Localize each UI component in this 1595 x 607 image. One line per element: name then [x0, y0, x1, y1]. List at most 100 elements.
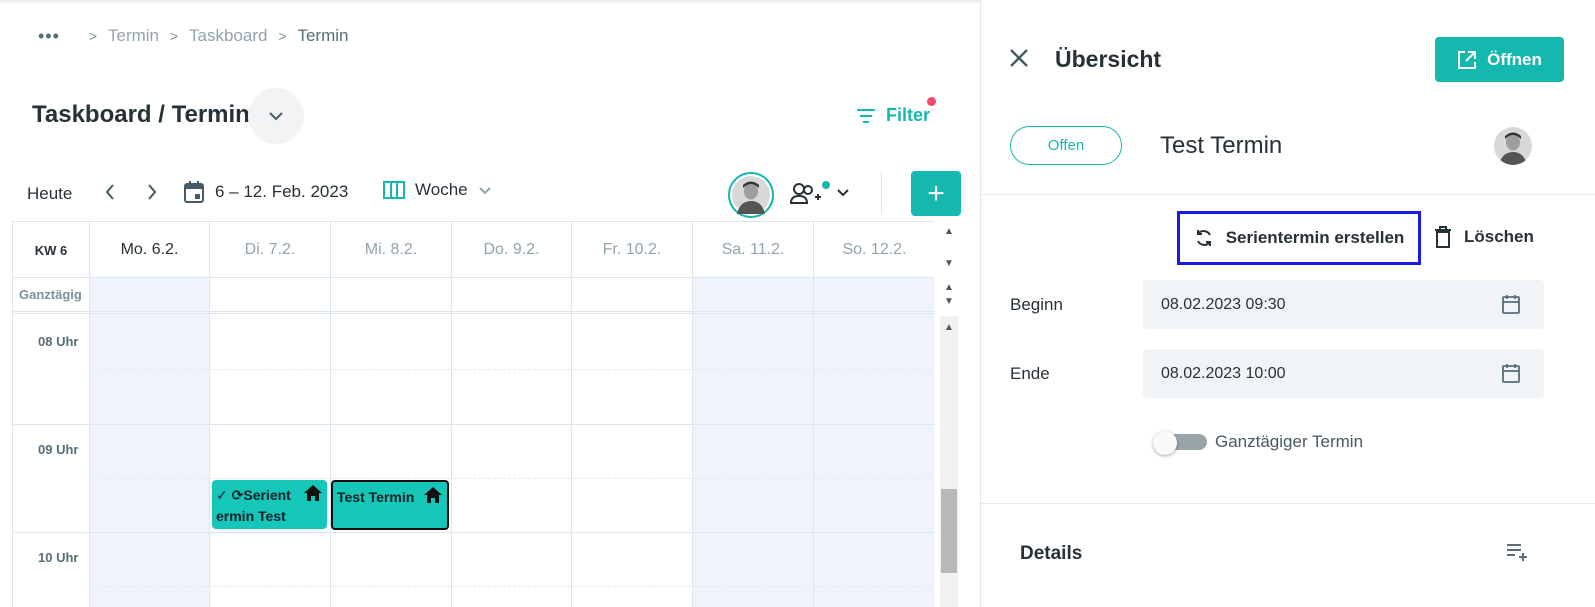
- prev-week-button[interactable]: [104, 183, 116, 207]
- week-view-icon: [383, 181, 405, 199]
- create-series-label: Serientermin erstellen: [1225, 228, 1405, 247]
- owner-avatar[interactable]: [1494, 127, 1532, 165]
- filter-active-dot: [927, 97, 936, 106]
- begin-label: Beginn: [1010, 295, 1063, 314]
- toolbar-divider: [881, 172, 882, 214]
- grid-line: [692, 278, 693, 607]
- chevron-left-icon: [105, 184, 114, 200]
- header-scroll-down-button[interactable]: ▼: [940, 258, 958, 269]
- filter-button[interactable]: Filter: [856, 105, 930, 126]
- shade-monday: [89, 278, 209, 607]
- divider: [981, 194, 1595, 195]
- status-badge[interactable]: Offen: [1010, 126, 1122, 165]
- allday-scroll-down-button[interactable]: ▼: [940, 296, 958, 307]
- date-range-picker[interactable]: 6 – 12. Feb. 2023: [183, 180, 348, 204]
- grid-line: [209, 278, 210, 607]
- day-header[interactable]: Do. 9.2.: [451, 222, 571, 278]
- calendar-event-test-termin[interactable]: Test Termin: [331, 480, 449, 530]
- end-value: 08.02.2023 10:00: [1161, 364, 1286, 382]
- panel-title: Übersicht: [1055, 46, 1162, 72]
- chevron-down-icon: [269, 112, 283, 121]
- add-event-button[interactable]: +: [911, 171, 961, 216]
- filter-label: Filter: [886, 105, 931, 125]
- today-button[interactable]: Heute: [27, 184, 72, 204]
- title-dropdown-button[interactable]: [248, 88, 304, 144]
- create-series-button[interactable]: Serientermin erstellen: [1177, 211, 1421, 265]
- day-header[interactable]: Mi. 8.2.: [330, 222, 451, 278]
- open-label: Öffnen: [1487, 49, 1542, 69]
- sync-icon: [1196, 230, 1211, 246]
- view-label: Woche: [415, 180, 468, 199]
- allday-scroll-up-button[interactable]: ▲: [940, 282, 958, 293]
- divider: [981, 503, 1595, 504]
- delete-button[interactable]: Löschen: [1434, 226, 1534, 248]
- begin-value: 08.02.2023 09:30: [1161, 295, 1286, 313]
- owner-photo: [1494, 127, 1532, 165]
- next-week-button[interactable]: [146, 183, 158, 207]
- allday-label: Ganztägig: [19, 287, 82, 302]
- half-hour-line: [89, 586, 934, 587]
- close-panel-button[interactable]: [1008, 47, 1030, 73]
- event-name: Test Termin: [1160, 132, 1283, 159]
- calendar-icon: [184, 181, 204, 203]
- calendar-event-serientermin[interactable]: ✓ ⟳Serient ermin Test: [212, 480, 327, 529]
- week-number: KW 6: [34, 242, 68, 258]
- plus-icon: +: [927, 176, 945, 210]
- day-header[interactable]: Sa. 11.2.: [692, 222, 813, 278]
- add-details-button[interactable]: [1506, 542, 1528, 567]
- hour-label: 09 Uhr: [38, 442, 79, 457]
- grid-line: [330, 278, 331, 607]
- calendar-grid: KW 6 Mo. 6.2. Di. 7.2. Mi. 8.2. Do. 9.2.…: [12, 221, 934, 607]
- toggle-knob: [1153, 431, 1177, 455]
- breadcrumb-current: Termin: [297, 26, 349, 45]
- user-avatar[interactable]: [728, 172, 774, 218]
- end-label: Ende: [1010, 364, 1050, 383]
- breadcrumb-item-taskboard[interactable]: Taskboard: [189, 26, 267, 46]
- grid-line: [89, 278, 90, 607]
- open-button[interactable]: Öffnen: [1435, 37, 1564, 82]
- day-header[interactable]: Mo. 6.2.: [89, 222, 209, 278]
- end-date-field[interactable]: 08.02.2023 10:00: [1143, 349, 1544, 398]
- chevron-down-icon: [478, 186, 491, 194]
- scroll-up-button[interactable]: ▲: [940, 322, 958, 333]
- hour-label: 08 Uhr: [38, 334, 79, 349]
- hour-line: [13, 424, 934, 425]
- breadcrumb-item-termin[interactable]: Termin: [108, 26, 159, 46]
- close-icon: [1010, 49, 1028, 67]
- day-header[interactable]: Fr. 10.2.: [571, 222, 692, 278]
- half-hour-line: [89, 369, 934, 370]
- allday-row: Ganztägig: [13, 278, 934, 314]
- view-select[interactable]: Woche: [383, 180, 492, 200]
- scrollbar-thumb[interactable]: [941, 489, 957, 573]
- trash-icon: [1435, 226, 1451, 248]
- day-header[interactable]: Di. 7.2.: [209, 222, 330, 278]
- delete-label: Löschen: [1464, 227, 1534, 246]
- begin-date-field[interactable]: 08.02.2023 09:30: [1143, 280, 1544, 329]
- allday-toggle-label: Ganztägiger Termin: [1215, 432, 1364, 451]
- breadcrumb-more-button[interactable]: •••: [38, 26, 78, 47]
- grid-line: [451, 278, 452, 607]
- grid-line: [813, 278, 814, 607]
- open-external-icon: [1458, 50, 1477, 69]
- chevron-right-icon: >: [169, 28, 179, 44]
- chevron-right-icon: >: [278, 28, 287, 44]
- allday-toggle[interactable]: [1153, 431, 1207, 455]
- day-header[interactable]: So. 12.2.: [813, 222, 934, 278]
- playlist-add-icon: [1507, 544, 1527, 561]
- home-icon: [424, 487, 442, 503]
- chevron-right-icon: [148, 184, 157, 200]
- assign-users-button[interactable]: [789, 181, 854, 212]
- page-title: Taskboard / Termin: [32, 101, 250, 128]
- calendar-header: KW 6 Mo. 6.2. Di. 7.2. Mi. 8.2. Do. 9.2.…: [13, 221, 934, 278]
- breadcrumb: ••• > Termin > Taskboard > Termin: [38, 26, 348, 46]
- user-photo: [732, 176, 770, 214]
- filter-icon: [857, 108, 875, 123]
- home-icon: [304, 485, 322, 501]
- hour-line: [13, 532, 934, 533]
- add-user-icon: [789, 181, 849, 204]
- hour-label: 10 Uhr: [38, 550, 79, 565]
- event-title-line: ermin Test: [216, 508, 286, 524]
- grid-line: [571, 278, 572, 607]
- chevron-right-icon: >: [88, 28, 98, 44]
- header-scroll-up-button[interactable]: ▲: [940, 226, 958, 237]
